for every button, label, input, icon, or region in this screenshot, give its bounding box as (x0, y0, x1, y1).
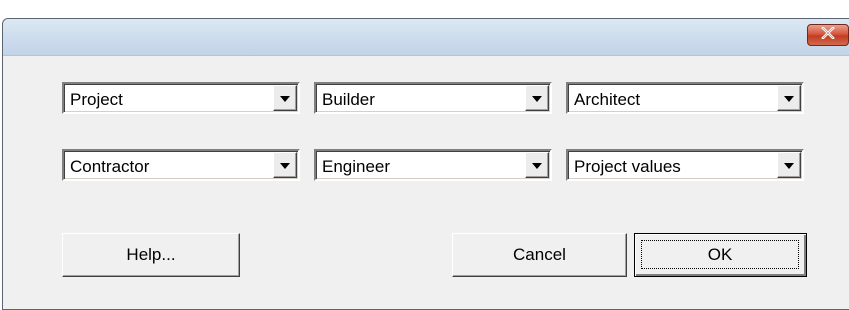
dropdown-arrow-button[interactable] (273, 152, 297, 178)
chevron-down-icon (784, 156, 794, 174)
chevron-down-icon (280, 89, 290, 107)
contractor-dropdown[interactable]: Contractor (62, 149, 300, 181)
ok-button-label: OK (707, 244, 733, 264)
engineer-dropdown-value: Engineer (322, 157, 391, 176)
ok-button[interactable]: OK (634, 233, 807, 277)
architect-dropdown[interactable]: Architect (566, 82, 804, 114)
contractor-dropdown-value: Contractor (70, 157, 150, 176)
builder-dropdown[interactable]: Builder (314, 82, 552, 114)
project-values-dropdown-value: Project values (574, 157, 681, 176)
dropdown-arrow-button[interactable] (777, 85, 801, 111)
chevron-down-icon (532, 156, 542, 174)
engineer-dropdown[interactable]: Engineer (314, 149, 552, 181)
chevron-down-icon (532, 89, 542, 107)
dropdown-arrow-button[interactable] (777, 152, 801, 178)
chevron-down-icon (784, 89, 794, 107)
dialog-client-area: Project Builder Architect Contractor Eng… (3, 56, 849, 309)
close-x-icon (821, 26, 835, 44)
focus-rectangle: OK (641, 240, 799, 269)
dialog-window: Project Builder Architect Contractor Eng… (2, 18, 849, 310)
chevron-down-icon (280, 156, 290, 174)
project-dropdown[interactable]: Project (62, 82, 300, 114)
project-values-dropdown[interactable]: Project values (566, 149, 804, 181)
dropdown-arrow-button[interactable] (525, 85, 549, 111)
builder-dropdown-value: Builder (322, 90, 375, 109)
dropdown-arrow-button[interactable] (273, 85, 297, 111)
architect-dropdown-value: Architect (574, 90, 641, 109)
help-button-label: Help... (126, 245, 176, 264)
cancel-button-label: Cancel (513, 245, 566, 264)
cancel-button[interactable]: Cancel (452, 233, 627, 277)
project-dropdown-value: Project (70, 90, 123, 109)
dropdown-arrow-button[interactable] (525, 152, 549, 178)
title-bar[interactable] (3, 19, 849, 56)
close-button[interactable] (807, 24, 849, 46)
help-button[interactable]: Help... (62, 233, 240, 277)
